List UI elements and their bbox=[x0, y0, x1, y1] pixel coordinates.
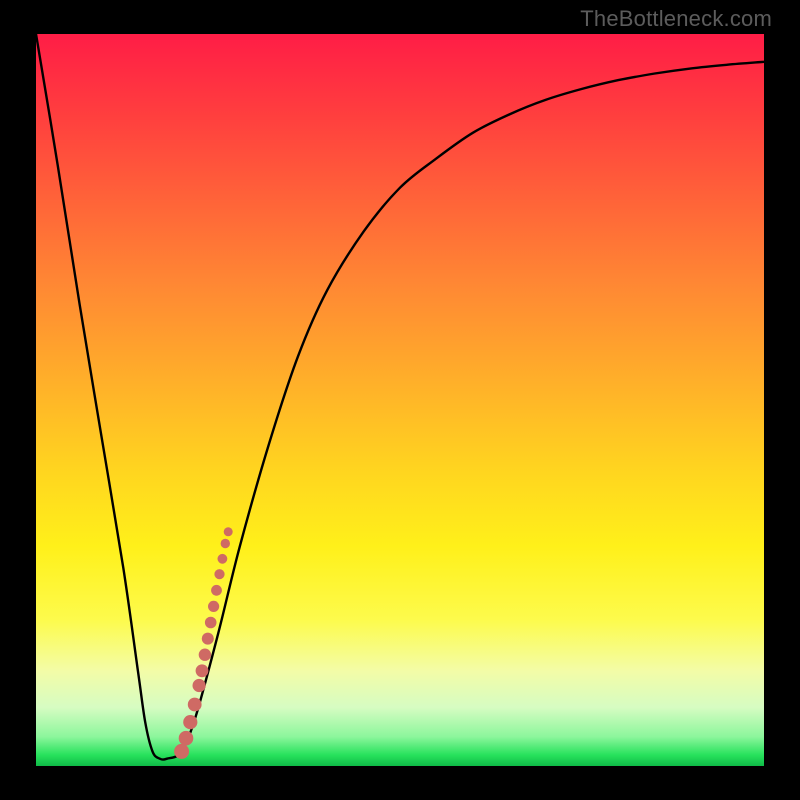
highlight-dot bbox=[174, 744, 189, 759]
highlight-markers bbox=[174, 527, 233, 759]
chart-svg bbox=[36, 34, 764, 766]
highlight-dot bbox=[193, 679, 206, 692]
highlight-dot bbox=[224, 527, 233, 536]
highlight-dot bbox=[196, 664, 209, 677]
highlight-dot bbox=[202, 633, 214, 645]
highlight-dot bbox=[199, 649, 211, 661]
plot-area bbox=[36, 34, 764, 766]
highlight-dot bbox=[214, 569, 224, 579]
highlight-dot bbox=[188, 698, 202, 712]
highlight-dot bbox=[221, 539, 230, 548]
highlight-dot bbox=[218, 554, 228, 564]
highlight-dot bbox=[208, 601, 219, 612]
watermark-text: TheBottleneck.com bbox=[580, 6, 772, 32]
highlight-dot bbox=[183, 715, 197, 729]
highlight-dot bbox=[205, 617, 217, 629]
highlight-dot bbox=[179, 731, 194, 746]
chart-frame: TheBottleneck.com bbox=[0, 0, 800, 800]
bottleneck-curve-path bbox=[36, 34, 764, 760]
highlight-dot bbox=[211, 585, 222, 596]
